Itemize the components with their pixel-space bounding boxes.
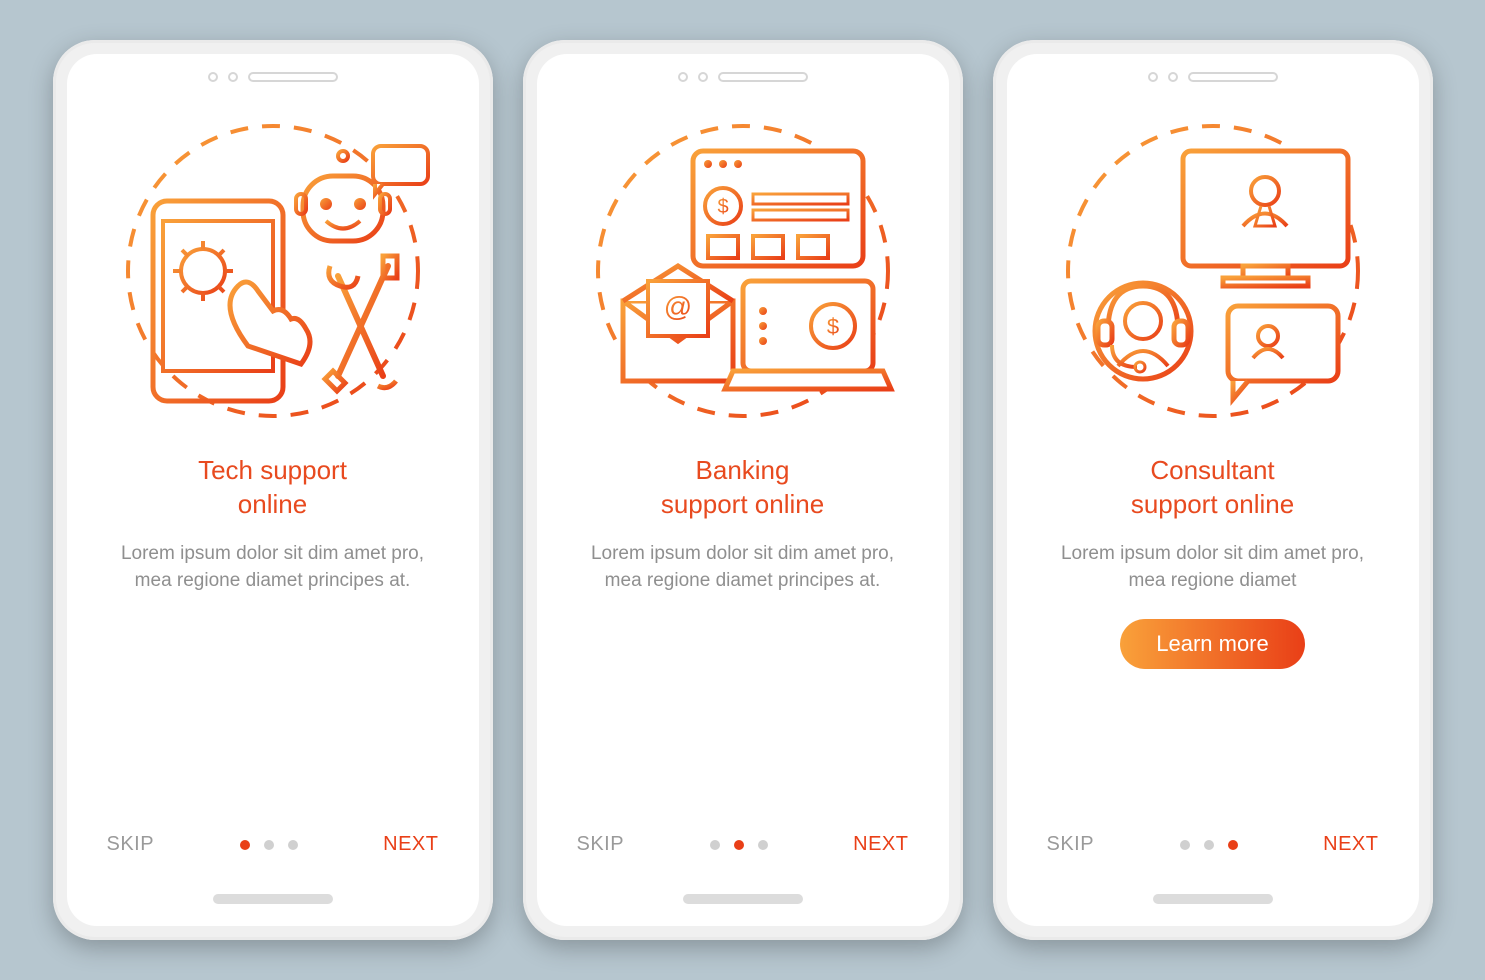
dot-3[interactable] [288,840,298,850]
screen-body: Lorem ipsum dolor sit dim amet pro, mea … [571,540,915,595]
phone-mockup: Tech supportonline Lorem ipsum dolor sit… [53,40,493,940]
page-dots[interactable] [240,840,298,850]
svg-text:$: $ [826,314,838,339]
dot-3[interactable] [1228,840,1238,850]
consultant-support-icon [1048,106,1378,436]
tech-support-icon [108,106,438,436]
learn-more-button[interactable]: Learn more [1120,619,1305,669]
onboarding-screen: Consultantsupport online Lorem ipsum dol… [1007,54,1419,926]
dot-2[interactable] [264,840,274,850]
home-indicator [1153,894,1273,904]
next-button[interactable]: NEXT [1323,833,1378,856]
next-button[interactable]: NEXT [383,833,438,856]
screen-title: Consultantsupport online [1131,454,1294,522]
phone-mockup: $ @ $ Bankingsu [523,40,963,940]
skip-button[interactable]: SKIP [1047,833,1095,856]
phone-mockup: Consultantsupport online Lorem ipsum dol… [993,40,1433,940]
banking-support-icon: $ @ $ [578,106,908,436]
onboarding-screen: Tech supportonline Lorem ipsum dolor sit… [67,54,479,926]
dot-2[interactable] [734,840,744,850]
screen-body: Lorem ipsum dolor sit dim amet pro, mea … [1041,540,1385,595]
phone-speaker [208,72,338,82]
phone-speaker [1148,72,1278,82]
skip-button[interactable]: SKIP [107,833,155,856]
dot-1[interactable] [710,840,720,850]
skip-button[interactable]: SKIP [577,833,625,856]
screen-title: Tech supportonline [198,454,347,522]
nav-row: SKIP NEXT [67,833,479,856]
phone-speaker [678,72,808,82]
svg-text:@: @ [663,291,691,322]
onboarding-screen: $ @ $ Bankingsu [537,54,949,926]
dot-3[interactable] [758,840,768,850]
home-indicator [683,894,803,904]
svg-text:$: $ [717,196,728,218]
page-dots[interactable] [710,840,768,850]
screen-title: Bankingsupport online [661,454,824,522]
dot-1[interactable] [240,840,250,850]
nav-row: SKIP NEXT [1007,833,1419,856]
nav-row: SKIP NEXT [537,833,949,856]
dot-1[interactable] [1180,840,1190,850]
screen-body: Lorem ipsum dolor sit dim amet pro, mea … [101,540,445,595]
dot-2[interactable] [1204,840,1214,850]
next-button[interactable]: NEXT [853,833,908,856]
home-indicator [213,894,333,904]
page-dots[interactable] [1180,840,1238,850]
